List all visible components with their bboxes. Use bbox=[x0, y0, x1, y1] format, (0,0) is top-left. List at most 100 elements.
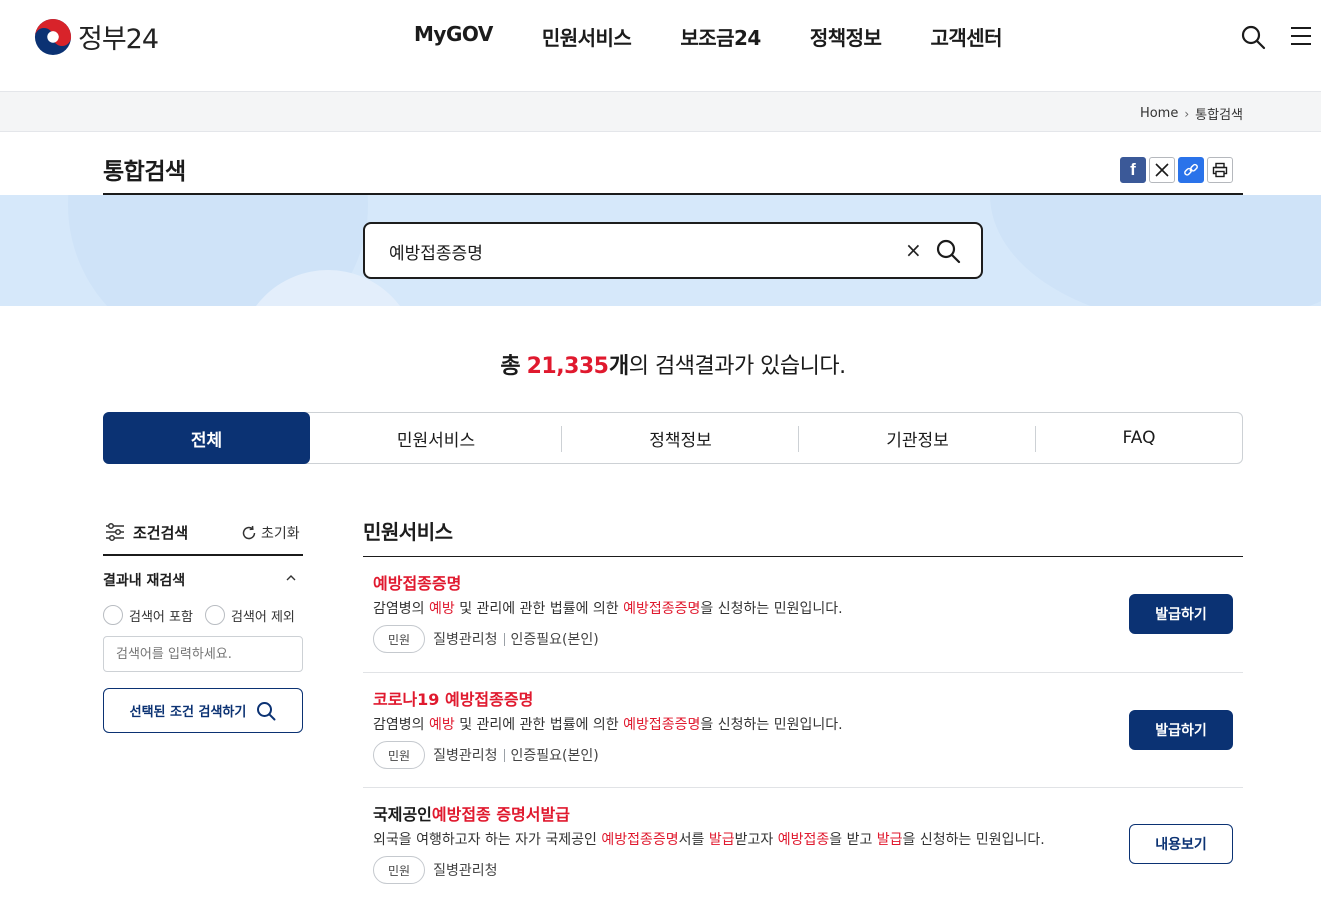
nav-civil-service[interactable]: 민원서비스 bbox=[542, 22, 632, 51]
text-run: 외국을 여행하고자 하는 자가 국제공인 bbox=[373, 832, 602, 848]
highlighted-keyword: 예방접종증명 bbox=[623, 717, 701, 733]
nav-subsidy24[interactable]: 보조금24 bbox=[680, 22, 761, 51]
meta-divider bbox=[503, 748, 505, 762]
nav-policy-info[interactable]: 정책정보 bbox=[810, 22, 882, 51]
radio-include-keyword[interactable]: 검색어 포함 bbox=[103, 605, 193, 625]
highlighted-keyword: 코로나19 예방접종증명 bbox=[373, 690, 534, 709]
tab-all[interactable]: 전체 bbox=[103, 412, 310, 464]
refine-search-toggle[interactable]: 결과내 재검색 bbox=[103, 570, 303, 590]
print-button[interactable] bbox=[1207, 157, 1233, 183]
tab-civil-service[interactable]: 민원서비스 bbox=[310, 413, 562, 463]
result-item: 국제공인예방접종 증명서발급 외국을 여행하고자 하는 자가 국제공인 예방접종증… bbox=[363, 801, 1243, 898]
meta-divider bbox=[503, 632, 505, 646]
page-title: 통합검색 bbox=[103, 159, 186, 185]
breadcrumb-home[interactable]: Home bbox=[1140, 106, 1178, 121]
auth-requirement: 인증필요(본인) bbox=[510, 632, 599, 648]
highlighted-keyword: 예방접종증명 bbox=[373, 574, 462, 593]
chevron-right-icon: › bbox=[1184, 106, 1190, 121]
tab-agency-info[interactable]: 기관정보 bbox=[799, 413, 1036, 463]
tab-label: 기관정보 bbox=[886, 430, 949, 451]
result-description: 외국을 여행하고자 하는 자가 국제공인 예방접종증명서를 발급받고자 예방접종… bbox=[373, 829, 1045, 849]
radio-label: 검색어 제외 bbox=[230, 609, 295, 625]
search-icon bbox=[257, 701, 276, 720]
text-run: 감염병의 bbox=[373, 601, 429, 617]
refresh-icon bbox=[242, 525, 256, 540]
summary-suffix: 의 검색결과가 있습니다. bbox=[628, 354, 846, 379]
hamburger-menu-icon[interactable] bbox=[1290, 25, 1312, 47]
text-run: 서를 bbox=[678, 832, 709, 848]
highlighted-keyword: 발급 bbox=[876, 832, 903, 848]
text-run: 국제공인 bbox=[373, 805, 432, 824]
agency-name: 질병관리청 bbox=[433, 748, 498, 764]
text-run: 을 신청하는 민원입니다. bbox=[902, 832, 1045, 848]
issue-button[interactable]: 발급하기 bbox=[1129, 710, 1233, 750]
result-count: 21,335 bbox=[526, 354, 609, 379]
clear-search-icon[interactable]: × bbox=[905, 238, 922, 262]
summary-prefix: 총 bbox=[500, 354, 521, 379]
highlighted-keyword: 예방접종증명 bbox=[623, 601, 701, 617]
result-description: 감염병의 예방 및 관리에 관한 법률에 의한 예방접종증명을 신청하는 민원입… bbox=[373, 598, 843, 618]
copy-link-button[interactable] bbox=[1178, 157, 1204, 183]
tab-label: 정책정보 bbox=[649, 430, 712, 451]
chevron-up-icon bbox=[286, 575, 296, 581]
result-item: 예방접종증명 감염병의 예방 및 관리에 관한 법률에 의한 예방접종증명을 신청… bbox=[363, 570, 1243, 673]
keyword-mode-radios: 검색어 포함 검색어 제외 bbox=[103, 605, 307, 625]
text-run: 감염병의 bbox=[373, 717, 429, 733]
category-badge: 민원 bbox=[373, 625, 426, 653]
breadcrumb-current: 통합검색 bbox=[1195, 108, 1243, 123]
main-nav: MyGOV 민원서비스 보조금24 정책정보 고객센터 bbox=[414, 22, 1051, 51]
result-divider bbox=[363, 787, 1243, 788]
text-run: 을 받고 bbox=[829, 832, 877, 848]
result-title[interactable]: 코로나19 예방접종증명 bbox=[373, 686, 533, 710]
radio-exclude-keyword[interactable]: 검색어 제외 bbox=[204, 605, 295, 625]
text-run: 을 신청하는 민원입니다. bbox=[700, 601, 843, 617]
radio-circle bbox=[103, 605, 123, 625]
filter-header: 조건검색 초기화 bbox=[103, 518, 303, 556]
text-run: 및 관리에 관한 법률에 의한 bbox=[454, 601, 624, 617]
taegeuk-logo-icon bbox=[34, 18, 72, 55]
tab-faq[interactable]: FAQ bbox=[1036, 413, 1242, 463]
text-run: 을 신청하는 민원입니다. bbox=[700, 717, 843, 733]
result-meta: 민원 질병관리청 인증필요(본인) bbox=[373, 625, 599, 653]
logo-text: 정부24 bbox=[78, 24, 159, 55]
result-title[interactable]: 예방접종증명 bbox=[373, 570, 461, 594]
search-input[interactable] bbox=[389, 238, 889, 264]
result-title[interactable]: 국제공인예방접종 증명서발급 bbox=[373, 801, 570, 825]
x-icon bbox=[1155, 163, 1169, 177]
x-share-button[interactable] bbox=[1149, 157, 1175, 183]
radio-label: 검색어 포함 bbox=[129, 609, 193, 625]
link-icon bbox=[1184, 163, 1198, 176]
refine-search-input[interactable] bbox=[103, 636, 303, 672]
reset-button[interactable]: 초기화 bbox=[241, 523, 300, 543]
tab-policy-info[interactable]: 정책정보 bbox=[562, 413, 799, 463]
refine-search-title: 결과내 재검색 bbox=[103, 573, 186, 589]
reset-label: 초기화 bbox=[261, 526, 300, 542]
filter-sliders-icon bbox=[106, 522, 124, 542]
search-icon[interactable] bbox=[1240, 24, 1266, 50]
view-details-button[interactable]: 내용보기 bbox=[1129, 824, 1233, 864]
apply-filter-button[interactable]: 선택된 조건 검색하기 bbox=[103, 688, 303, 733]
result-divider bbox=[363, 672, 1243, 673]
nav-customer-center[interactable]: 고객센터 bbox=[930, 22, 1002, 51]
nav-mygov[interactable]: MyGOV bbox=[414, 22, 493, 51]
radio-circle bbox=[204, 605, 225, 625]
search-submit-icon[interactable] bbox=[935, 238, 961, 264]
filter-title: 조건검색 bbox=[133, 524, 189, 542]
printer-icon bbox=[1212, 162, 1228, 178]
section-title: 민원서비스 bbox=[363, 520, 453, 544]
agency-name: 질병관리청 bbox=[433, 863, 498, 879]
share-buttons: f bbox=[1120, 157, 1236, 183]
text-run: 받고자 bbox=[734, 832, 778, 848]
tab-label: FAQ bbox=[1122, 428, 1156, 448]
breadcrumb: Home › 통합검색 bbox=[1140, 104, 1243, 123]
facebook-share-button[interactable]: f bbox=[1120, 157, 1146, 183]
category-badge: 민원 bbox=[373, 741, 426, 769]
highlighted-keyword: 예방 bbox=[428, 601, 455, 617]
site-logo[interactable]: 정부24 bbox=[34, 17, 159, 56]
issue-button[interactable]: 발급하기 bbox=[1129, 594, 1233, 634]
search-box: × bbox=[363, 222, 983, 279]
section-divider bbox=[363, 556, 1243, 557]
result-item: 코로나19 예방접종증명 감염병의 예방 및 관리에 관한 법률에 의한 예방접종… bbox=[363, 686, 1243, 788]
agency-name: 질병관리청 bbox=[433, 632, 498, 648]
result-summary: 총 21,335 개의 검색결과가 있습니다. bbox=[0, 348, 1321, 380]
